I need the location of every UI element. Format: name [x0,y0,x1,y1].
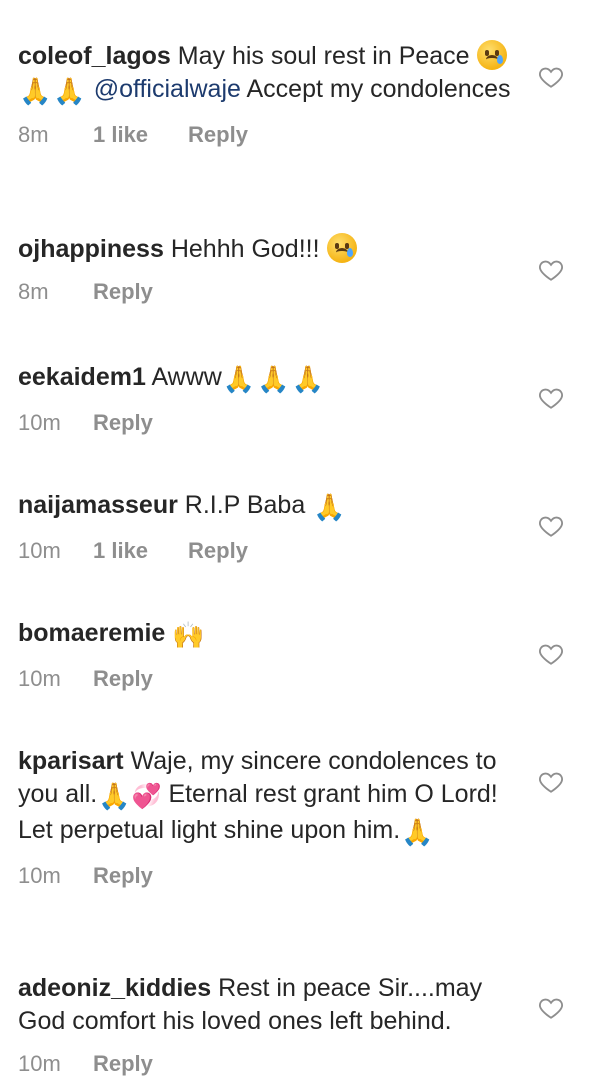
comment-text: Hehhh God!!! [170,235,320,263]
comment-time: 10m [18,666,61,691]
heart-outline-icon[interactable] [538,995,564,1021]
comment-body: bomaeremie 🙌 [18,617,518,653]
reply-button[interactable]: Reply [93,1051,153,1077]
comment-username[interactable]: coleof_lagos [18,42,171,70]
folded-hands-emoji-icon: 🙏 [291,365,324,395]
heart-outline-icon[interactable] [538,385,564,411]
comment-body: ojhappiness Hehhh God!!! [18,233,518,266]
folded-hands-emoji-icon: 🙏 [19,77,52,107]
reply-button[interactable]: Reply [93,666,153,692]
comment-meta: 10m Reply [18,1048,588,1080]
comment-time: 10m [18,863,61,888]
comment-body: adeoniz_kiddies Rest in peace Sir....may… [18,972,518,1038]
comment-username[interactable]: bomaeremie [18,619,165,647]
comment-username[interactable]: eekaidem1 [18,363,146,391]
heart-outline-icon[interactable] [538,513,564,539]
comment-likes[interactable]: 1 like [93,122,148,148]
comment-body: naijamasseur R.I.P Baba 🙏 [18,489,518,525]
comment-body: kparisart Waje, my sincere condolences t… [18,745,518,850]
mention-link[interactable]: @officialwaje [94,75,241,103]
comment-meta: 8m 1 like Reply [18,119,588,151]
comment-meta: 8m Reply [18,276,588,308]
folded-hands-emoji-icon: 🙏 [313,493,346,523]
heart-outline-icon[interactable] [538,641,564,667]
comment-meta: 10m 1 like Reply [18,535,588,567]
comment-item: ojhappiness Hehhh God!!! 8m Reply [18,233,588,308]
crying-face-emoji-icon [326,233,357,263]
reply-button[interactable]: Reply [188,538,248,564]
comment-time: 8m [18,122,49,147]
comment-likes[interactable]: 1 like [93,538,148,564]
comment-body: eekaidem1 Awww🙏🙏🙏 [18,361,518,397]
crying-face-emoji-icon [476,40,507,70]
comment-item: naijamasseur R.I.P Baba 🙏 10m 1 like Rep… [18,489,588,567]
comment-item: eekaidem1 Awww🙏🙏🙏 10m Reply [18,361,588,439]
raising-hands-emoji-icon: 🙌 [172,621,205,651]
folded-hands-emoji-icon: 🙏 [98,782,131,812]
comment-item: coleof_lagos May his soul rest in Peace … [18,40,588,151]
folded-hands-emoji-icon: 🙏 [53,77,86,107]
comment-item: adeoniz_kiddies Rest in peace Sir....may… [18,972,588,1080]
comment-item: bomaeremie 🙌 10m Reply [18,617,588,695]
folded-hands-emoji-icon: 🙏 [222,365,256,395]
reply-button[interactable]: Reply [93,279,153,305]
folded-hands-emoji-icon: 🙏 [401,818,434,848]
comment-text: Accept my condolences [246,75,511,103]
heart-outline-icon[interactable] [538,769,564,795]
comment-text: May his soul rest in Peace [177,42,470,70]
revolving-hearts-emoji-icon: 💞 [131,782,162,810]
comment-time: 10m [18,538,61,563]
reply-button[interactable]: Reply [188,122,248,148]
reply-button[interactable]: Reply [93,863,153,889]
comment-username[interactable]: kparisart [18,747,124,775]
comment-body: coleof_lagos May his soul rest in Peace … [18,40,518,109]
comment-username[interactable]: naijamasseur [18,491,178,519]
comment-username[interactable]: ojhappiness [18,235,164,263]
comment-time: 10m [18,410,61,435]
comment-meta: 10m Reply [18,663,588,695]
comment-username[interactable]: adeoniz_kiddies [18,974,211,1002]
reply-button[interactable]: Reply [93,410,153,436]
comment-meta: 10m Reply [18,407,588,439]
comment-text: R.I.P Baba [184,491,306,519]
comment-meta: 10m Reply [18,860,588,892]
comment-time: 10m [18,1051,61,1076]
comment-text: Awww [151,363,222,391]
folded-hands-emoji-icon: 🙏 [257,365,290,395]
heart-outline-icon[interactable] [538,64,564,90]
comment-time: 8m [18,279,49,304]
heart-outline-icon[interactable] [538,257,564,283]
comment-item: kparisart Waje, my sincere condolences t… [18,745,588,892]
